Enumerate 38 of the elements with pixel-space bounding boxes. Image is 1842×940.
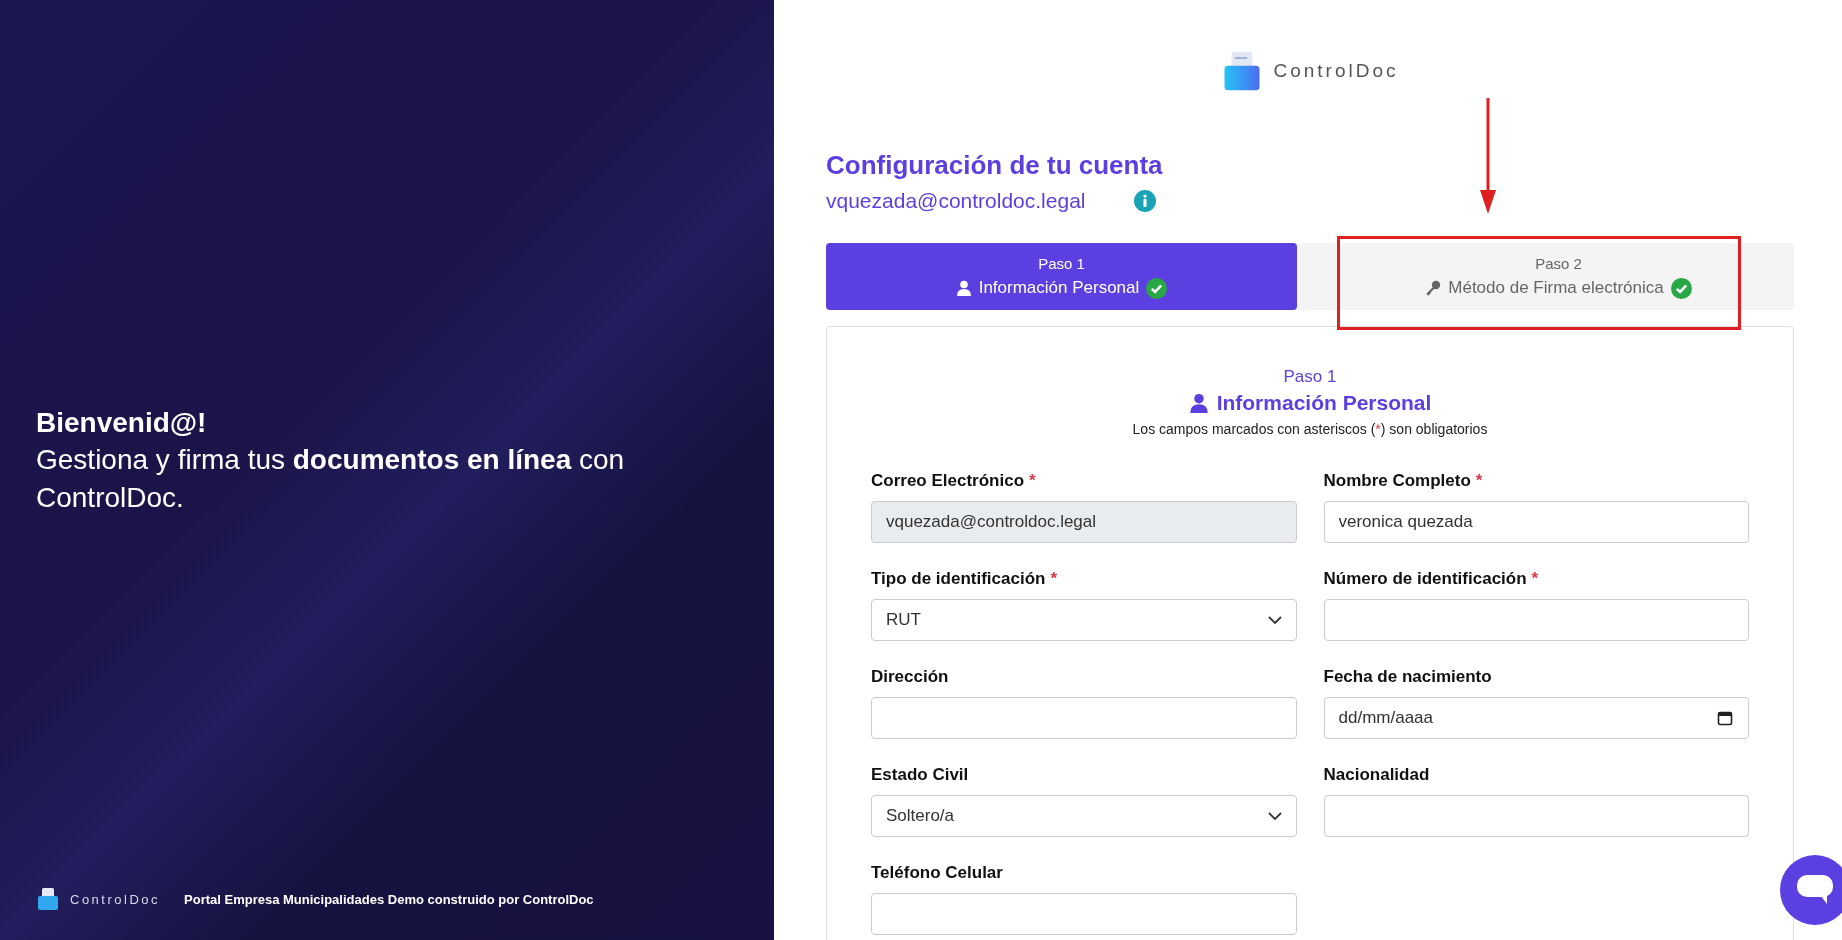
text-field[interactable] [1323,795,1749,837]
welcome-message: Gestiona y firma tus documentos en línea con ControlDoc. [36,443,626,515]
chat-button[interactable] [1780,855,1842,925]
section-title: Información Personal [1216,391,1432,415]
field-label: Correo Electrónico * [871,471,1037,491]
text-field[interactable] [871,893,1297,935]
footer-caption: Portal Empresa Municipalidades Demo construido por ControlDoc [184,891,594,907]
person-icon [1188,393,1209,413]
select-field[interactable]: Soltero/a [871,795,1297,837]
account-email: vquezada@controldoc.legal [826,189,1086,213]
step-tab[interactable]: Paso 2 Método de Firma electrónica [1323,243,1794,310]
step-label: Paso 1 [1283,367,1337,387]
calendar-icon [1717,710,1733,726]
person-icon [955,280,972,296]
page-title: Configuración de tu cuenta [826,150,1164,181]
chevron-down-icon [1267,616,1282,624]
date-field[interactable]: dd/mm/aaaa [1323,697,1749,739]
select-field[interactable]: RUT [871,599,1297,641]
required-note: Los campos marcados con asteriscos (*) son obligatorios [1132,421,1488,437]
field-label: Dirección [871,667,950,687]
welcome-heading: Bienvenid@! [36,406,208,440]
info-icon[interactable] [1133,190,1156,212]
text-field[interactable] [1323,599,1749,641]
folder-logo-icon [36,887,60,911]
field-label: Nombre Completo * [1323,471,1484,491]
logo-text: ControlDoc [1273,60,1399,82]
field-label: Tipo de identificación * [871,569,1059,589]
step-tab[interactable]: Paso 1 Información Personal [826,243,1297,310]
field-label: Teléfono Celular [871,863,1004,883]
chevron-down-icon [1267,812,1282,820]
text-field[interactable]: veronica quezada [1323,501,1749,543]
field-label: Estado Civil [871,765,970,785]
field-label: Fecha de nacimiento [1323,667,1493,687]
field-label: Nacionalidad [1323,765,1431,785]
logo-text: ControlDoc [70,891,161,907]
text-field[interactable] [871,697,1297,739]
field-label: Número de identificación * [1323,569,1540,589]
key-icon [1425,280,1442,296]
